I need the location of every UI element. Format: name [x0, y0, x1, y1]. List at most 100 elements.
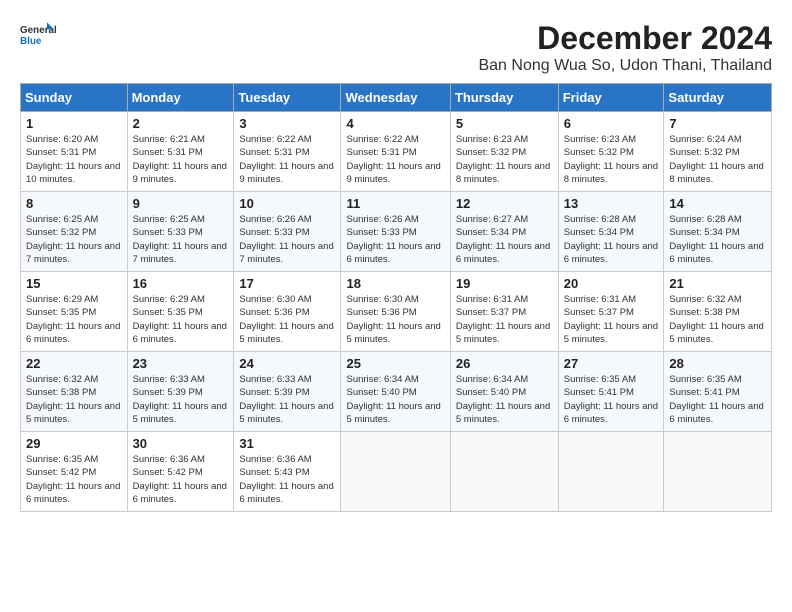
week-row-2: 8 Sunrise: 6:25 AM Sunset: 5:32 PM Dayli…: [21, 192, 772, 272]
day-info: Sunrise: 6:29 AM Sunset: 5:35 PM Dayligh…: [26, 293, 122, 346]
day-cell-3: 3 Sunrise: 6:22 AM Sunset: 5:31 PM Dayli…: [234, 112, 341, 192]
day-number: 13: [564, 196, 659, 211]
day-info: Sunrise: 6:24 AM Sunset: 5:32 PM Dayligh…: [669, 133, 766, 186]
day-cell-21: 21 Sunrise: 6:32 AM Sunset: 5:38 PM Dayl…: [664, 272, 772, 352]
day-number: 21: [669, 276, 766, 291]
day-number: 18: [346, 276, 444, 291]
day-cell-17: 17 Sunrise: 6:30 AM Sunset: 5:36 PM Dayl…: [234, 272, 341, 352]
day-cell-15: 15 Sunrise: 6:29 AM Sunset: 5:35 PM Dayl…: [21, 272, 128, 352]
day-cell-6: 6 Sunrise: 6:23 AM Sunset: 5:32 PM Dayli…: [558, 112, 664, 192]
day-cell-1: 1 Sunrise: 6:20 AM Sunset: 5:31 PM Dayli…: [21, 112, 128, 192]
week-row-4: 22 Sunrise: 6:32 AM Sunset: 5:38 PM Dayl…: [21, 352, 772, 432]
header-friday: Friday: [558, 84, 664, 112]
day-number: 10: [239, 196, 335, 211]
day-info: Sunrise: 6:32 AM Sunset: 5:38 PM Dayligh…: [26, 373, 122, 426]
day-cell-30: 30 Sunrise: 6:36 AM Sunset: 5:42 PM Dayl…: [127, 432, 234, 512]
day-info: Sunrise: 6:30 AM Sunset: 5:36 PM Dayligh…: [239, 293, 335, 346]
day-number: 16: [133, 276, 229, 291]
day-info: Sunrise: 6:33 AM Sunset: 5:39 PM Dayligh…: [133, 373, 229, 426]
day-info: Sunrise: 6:32 AM Sunset: 5:38 PM Dayligh…: [669, 293, 766, 346]
logo: General Blue: [20, 20, 58, 48]
day-cell-31: 31 Sunrise: 6:36 AM Sunset: 5:43 PM Dayl…: [234, 432, 341, 512]
day-info: Sunrise: 6:35 AM Sunset: 5:41 PM Dayligh…: [564, 373, 659, 426]
day-cell-10: 10 Sunrise: 6:26 AM Sunset: 5:33 PM Dayl…: [234, 192, 341, 272]
day-cell-18: 18 Sunrise: 6:30 AM Sunset: 5:36 PM Dayl…: [341, 272, 450, 352]
day-cell-4: 4 Sunrise: 6:22 AM Sunset: 5:31 PM Dayli…: [341, 112, 450, 192]
day-number: 28: [669, 356, 766, 371]
day-info: Sunrise: 6:34 AM Sunset: 5:40 PM Dayligh…: [456, 373, 553, 426]
day-number: 7: [669, 116, 766, 131]
empty-cell-4-3: [341, 432, 450, 512]
logo-icon: General Blue: [20, 20, 56, 48]
day-number: 11: [346, 196, 444, 211]
day-number: 27: [564, 356, 659, 371]
empty-cell-4-6: [664, 432, 772, 512]
day-info: Sunrise: 6:33 AM Sunset: 5:39 PM Dayligh…: [239, 373, 335, 426]
day-number: 17: [239, 276, 335, 291]
day-number: 15: [26, 276, 122, 291]
day-number: 8: [26, 196, 122, 211]
day-info: Sunrise: 6:25 AM Sunset: 5:33 PM Dayligh…: [133, 213, 229, 266]
day-number: 1: [26, 116, 122, 131]
day-info: Sunrise: 6:29 AM Sunset: 5:35 PM Dayligh…: [133, 293, 229, 346]
header-tuesday: Tuesday: [234, 84, 341, 112]
week-row-5: 29 Sunrise: 6:35 AM Sunset: 5:42 PM Dayl…: [21, 432, 772, 512]
day-info: Sunrise: 6:34 AM Sunset: 5:40 PM Dayligh…: [346, 373, 444, 426]
day-number: 22: [26, 356, 122, 371]
day-cell-23: 23 Sunrise: 6:33 AM Sunset: 5:39 PM Dayl…: [127, 352, 234, 432]
day-info: Sunrise: 6:22 AM Sunset: 5:31 PM Dayligh…: [239, 133, 335, 186]
day-number: 31: [239, 436, 335, 451]
day-cell-12: 12 Sunrise: 6:27 AM Sunset: 5:34 PM Dayl…: [450, 192, 558, 272]
day-info: Sunrise: 6:35 AM Sunset: 5:41 PM Dayligh…: [669, 373, 766, 426]
day-info: Sunrise: 6:36 AM Sunset: 5:42 PM Dayligh…: [133, 453, 229, 506]
day-number: 20: [564, 276, 659, 291]
day-cell-25: 25 Sunrise: 6:34 AM Sunset: 5:40 PM Dayl…: [341, 352, 450, 432]
empty-cell-4-5: [558, 432, 664, 512]
day-info: Sunrise: 6:23 AM Sunset: 5:32 PM Dayligh…: [564, 133, 659, 186]
day-info: Sunrise: 6:35 AM Sunset: 5:42 PM Dayligh…: [26, 453, 122, 506]
day-cell-11: 11 Sunrise: 6:26 AM Sunset: 5:33 PM Dayl…: [341, 192, 450, 272]
day-cell-14: 14 Sunrise: 6:28 AM Sunset: 5:34 PM Dayl…: [664, 192, 772, 272]
day-number: 2: [133, 116, 229, 131]
day-info: Sunrise: 6:25 AM Sunset: 5:32 PM Dayligh…: [26, 213, 122, 266]
day-info: Sunrise: 6:28 AM Sunset: 5:34 PM Dayligh…: [564, 213, 659, 266]
weekday-header-row: Sunday Monday Tuesday Wednesday Thursday…: [21, 84, 772, 112]
header-thursday: Thursday: [450, 84, 558, 112]
day-info: Sunrise: 6:36 AM Sunset: 5:43 PM Dayligh…: [239, 453, 335, 506]
day-cell-7: 7 Sunrise: 6:24 AM Sunset: 5:32 PM Dayli…: [664, 112, 772, 192]
week-row-1: 1 Sunrise: 6:20 AM Sunset: 5:31 PM Dayli…: [21, 112, 772, 192]
day-number: 26: [456, 356, 553, 371]
day-cell-24: 24 Sunrise: 6:33 AM Sunset: 5:39 PM Dayl…: [234, 352, 341, 432]
day-number: 19: [456, 276, 553, 291]
empty-cell-4-4: [450, 432, 558, 512]
day-cell-9: 9 Sunrise: 6:25 AM Sunset: 5:33 PM Dayli…: [127, 192, 234, 272]
day-cell-5: 5 Sunrise: 6:23 AM Sunset: 5:32 PM Dayli…: [450, 112, 558, 192]
day-number: 6: [564, 116, 659, 131]
day-number: 5: [456, 116, 553, 131]
day-cell-16: 16 Sunrise: 6:29 AM Sunset: 5:35 PM Dayl…: [127, 272, 234, 352]
day-number: 30: [133, 436, 229, 451]
day-cell-26: 26 Sunrise: 6:34 AM Sunset: 5:40 PM Dayl…: [450, 352, 558, 432]
day-info: Sunrise: 6:28 AM Sunset: 5:34 PM Dayligh…: [669, 213, 766, 266]
day-number: 3: [239, 116, 335, 131]
day-number: 9: [133, 196, 229, 211]
day-number: 23: [133, 356, 229, 371]
svg-text:Blue: Blue: [20, 36, 42, 47]
calendar-table: Sunday Monday Tuesday Wednesday Thursday…: [20, 83, 772, 512]
day-cell-22: 22 Sunrise: 6:32 AM Sunset: 5:38 PM Dayl…: [21, 352, 128, 432]
day-info: Sunrise: 6:26 AM Sunset: 5:33 PM Dayligh…: [346, 213, 444, 266]
day-info: Sunrise: 6:21 AM Sunset: 5:31 PM Dayligh…: [133, 133, 229, 186]
day-cell-19: 19 Sunrise: 6:31 AM Sunset: 5:37 PM Dayl…: [450, 272, 558, 352]
location-subtitle: Ban Nong Wua So, Udon Thani, Thailand: [478, 57, 772, 75]
day-cell-28: 28 Sunrise: 6:35 AM Sunset: 5:41 PM Dayl…: [664, 352, 772, 432]
month-year-title: December 2024: [478, 20, 772, 57]
day-info: Sunrise: 6:27 AM Sunset: 5:34 PM Dayligh…: [456, 213, 553, 266]
day-cell-27: 27 Sunrise: 6:35 AM Sunset: 5:41 PM Dayl…: [558, 352, 664, 432]
day-cell-13: 13 Sunrise: 6:28 AM Sunset: 5:34 PM Dayl…: [558, 192, 664, 272]
day-info: Sunrise: 6:31 AM Sunset: 5:37 PM Dayligh…: [564, 293, 659, 346]
header-saturday: Saturday: [664, 84, 772, 112]
day-cell-2: 2 Sunrise: 6:21 AM Sunset: 5:31 PM Dayli…: [127, 112, 234, 192]
day-cell-29: 29 Sunrise: 6:35 AM Sunset: 5:42 PM Dayl…: [21, 432, 128, 512]
header-wednesday: Wednesday: [341, 84, 450, 112]
day-info: Sunrise: 6:23 AM Sunset: 5:32 PM Dayligh…: [456, 133, 553, 186]
